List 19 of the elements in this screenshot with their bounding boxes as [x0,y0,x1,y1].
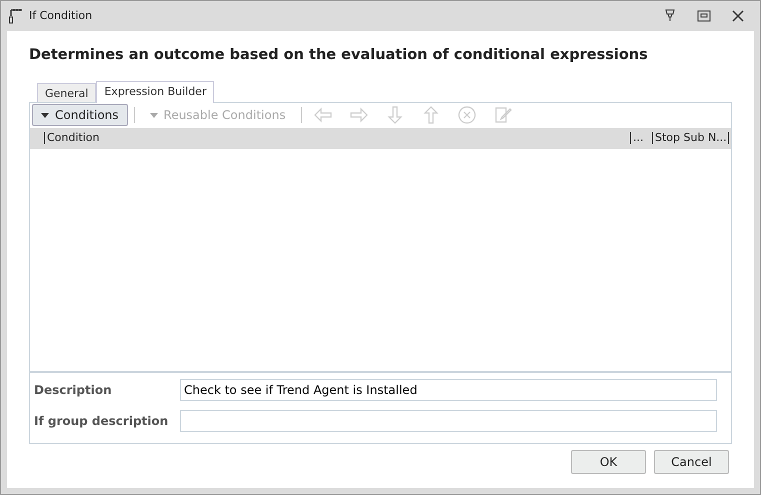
text-field[interactable] [180,410,717,432]
field-label: If group description [34,413,170,430]
column-header[interactable]: Stop Sub N... [652,132,728,144]
dialog-button[interactable]: OK [571,450,646,474]
window-title: If Condition [29,8,92,24]
dialog-button[interactable]: Cancel [654,450,729,474]
branch-icon [9,8,23,24]
text-field[interactable]: Check to see if Trend Agent is Installed [180,379,717,402]
caret-icon [150,112,158,118]
tab[interactable]: Expression Builder [96,80,214,103]
column-header[interactable]: Condition [44,132,630,144]
restore-icon[interactable] [696,8,712,24]
column-header[interactable]: ... [630,132,652,144]
dialog-heading: Determines an outcome based on the evaluation of conditional expressions [29,46,649,65]
field-label: Description [34,382,113,400]
dropdown-button[interactable]: Conditions [32,104,128,126]
close-icon[interactable] [730,8,746,24]
caret-icon [41,112,49,118]
tab[interactable]: General [37,82,96,102]
